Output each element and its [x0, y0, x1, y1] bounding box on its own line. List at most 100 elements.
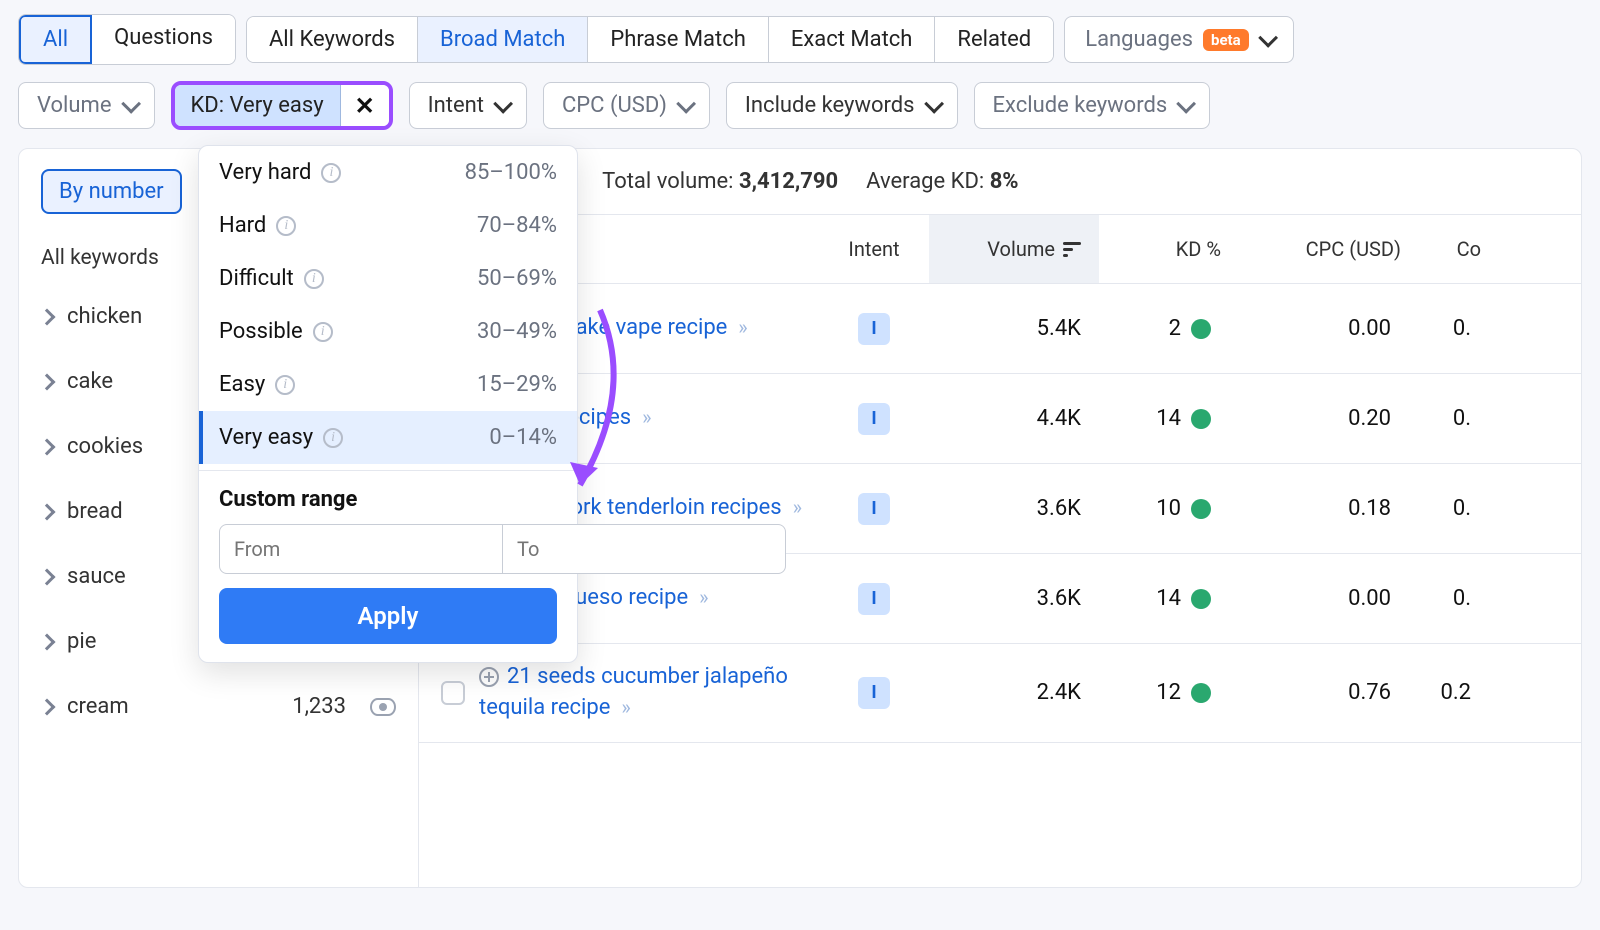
filter-kd-button[interactable]: KD: Very easy: [175, 85, 341, 126]
stat-kd-value: 8%: [990, 169, 1019, 194]
filter-include-label: Include keywords: [745, 93, 915, 118]
tab-exact-match[interactable]: Exact Match: [769, 17, 936, 62]
expand-icon[interactable]: [479, 667, 499, 687]
tab-all[interactable]: All: [19, 15, 92, 64]
intent-badge: I: [858, 583, 890, 615]
info-icon[interactable]: i: [323, 428, 343, 448]
chevron-right-icon: [39, 373, 56, 390]
info-icon[interactable]: i: [313, 322, 333, 342]
col-com[interactable]: Co: [1409, 237, 1489, 261]
cpc-cell: 0.18: [1229, 496, 1409, 521]
divider: [199, 470, 577, 471]
kd-level-label: Difficult: [219, 266, 294, 291]
kd-level-range: 50–69%: [477, 266, 557, 291]
filter-cpc[interactable]: CPC (USD): [543, 82, 710, 129]
kd-dropdown-popover: Very hard i 85–100% Hardi 70–84% Difficul…: [198, 145, 578, 663]
info-icon[interactable]: i: [275, 375, 295, 395]
tab-related[interactable]: Related: [935, 17, 1053, 62]
kd-level-label: Possible: [219, 319, 303, 344]
filter-intent[interactable]: Intent: [409, 82, 527, 129]
info-icon[interactable]: i: [321, 163, 341, 183]
chevron-down-icon: [1176, 93, 1196, 113]
table-row: sure jell recipes » I 4.4K 14 0.20 0.: [419, 374, 1581, 464]
tab-all-keywords[interactable]: All Keywords: [247, 17, 418, 62]
col-intent[interactable]: Intent: [819, 237, 929, 261]
col-kd[interactable]: KD %: [1099, 237, 1229, 261]
intent-cell: I: [819, 403, 929, 435]
sidebar-item-count: 1,233: [292, 694, 346, 719]
chevron-down-icon: [1258, 27, 1278, 47]
chevron-down-icon: [676, 93, 696, 113]
kd-level-label: Very easy: [219, 425, 313, 450]
intent-cell: I: [819, 677, 929, 709]
kd-cell: 10: [1099, 496, 1229, 521]
chevron-right-icon: [39, 698, 56, 715]
filter-row: Volume KD: Very easy ✕ Intent CPC (USD) …: [0, 71, 1600, 148]
sidebar-item-cream[interactable]: cream 1,233: [19, 674, 418, 739]
tab-questions[interactable]: Questions: [92, 15, 235, 64]
volume-cell: 4.4K: [929, 406, 1099, 431]
filter-include-keywords[interactable]: Include keywords: [726, 82, 958, 129]
kd-level-possible[interactable]: Possible i 30–49%: [199, 305, 577, 358]
cpc-cell: 0.00: [1229, 316, 1409, 341]
row-checkbox[interactable]: [441, 681, 465, 705]
sidebar-item-label: cream: [67, 694, 278, 719]
table-body: coconut cake vape recipe » I 5.4K 2 0.00…: [419, 284, 1581, 743]
kd-level-very easy[interactable]: Very easyi 0–14%: [199, 411, 577, 464]
eye-icon: [370, 698, 396, 716]
stats-bar: words: 53.3K Total volume: 3,412,790 Ave…: [419, 149, 1581, 214]
open-icon: »: [733, 315, 747, 339]
kd-level-range: 70–84%: [477, 213, 557, 238]
stat-kd-label: Average KD:: [866, 169, 984, 194]
kd-level-hard[interactable]: Hardi 70–84%: [199, 199, 577, 252]
intent-badge: I: [858, 677, 890, 709]
kd-level-label: Easy: [219, 372, 265, 397]
kd-level-very hard[interactable]: Very hard i 85–100%: [199, 146, 577, 199]
kd-level-range: 30–49%: [477, 319, 557, 344]
difficulty-dot-icon: [1191, 683, 1211, 703]
difficulty-dot-icon: [1191, 589, 1211, 609]
com-cell: 0.: [1409, 586, 1489, 611]
kd-level-range: 85–100%: [465, 160, 557, 185]
by-number-toggle[interactable]: By number: [41, 169, 182, 214]
kd-cell: 2: [1099, 316, 1229, 341]
filter-exclude-label: Exclude keywords: [993, 93, 1168, 118]
filter-kd-active: KD: Very easy ✕: [171, 81, 393, 130]
keyword-cell[interactable]: 21 seeds cucumber jalapeño tequila recip…: [479, 662, 819, 724]
kd-level-label: Very hard: [219, 160, 311, 185]
cpc-cell: 0.20: [1229, 406, 1409, 431]
tab-broad-match[interactable]: Broad Match: [418, 17, 588, 62]
col-cpc[interactable]: CPC (USD): [1229, 237, 1409, 261]
stat-volume-label: Total volume:: [602, 169, 733, 194]
beta-badge: beta: [1203, 29, 1249, 51]
custom-range-to[interactable]: [503, 524, 786, 574]
open-icon: »: [788, 495, 802, 519]
filter-volume[interactable]: Volume: [18, 82, 155, 129]
com-cell: 0.: [1409, 406, 1489, 431]
tab-phrase-match[interactable]: Phrase Match: [588, 17, 768, 62]
filter-kd-clear[interactable]: ✕: [341, 85, 389, 126]
col-volume-label: Volume: [987, 237, 1055, 261]
filter-exclude-keywords[interactable]: Exclude keywords: [974, 82, 1211, 129]
custom-range-title: Custom range: [199, 483, 577, 524]
filter-cpc-label: CPC (USD): [562, 93, 667, 118]
volume-cell: 2.4K: [929, 680, 1099, 705]
volume-cell: 3.6K: [929, 496, 1099, 521]
keyword-link[interactable]: 21 seeds cucumber jalapeño tequila recip…: [479, 664, 788, 720]
difficulty-dot-icon: [1191, 319, 1211, 339]
custom-range-from[interactable]: [219, 524, 503, 574]
kd-level-difficult[interactable]: Difficult i 50–69%: [199, 252, 577, 305]
intent-badge: I: [858, 313, 890, 345]
kd-level-easy[interactable]: Easyi 15–29%: [199, 358, 577, 411]
apply-button[interactable]: Apply: [219, 588, 557, 644]
info-icon[interactable]: i: [276, 216, 296, 236]
tab-group-match: All Keywords Broad Match Phrase Match Ex…: [246, 16, 1054, 63]
com-cell: 0.: [1409, 316, 1489, 341]
filter-volume-label: Volume: [37, 93, 112, 118]
languages-dropdown[interactable]: Languages beta: [1064, 16, 1293, 63]
chevron-right-icon: [39, 438, 56, 455]
chevron-right-icon: [39, 503, 56, 520]
col-volume[interactable]: Volume: [929, 215, 1099, 283]
info-icon[interactable]: i: [304, 269, 324, 289]
difficulty-dot-icon: [1191, 409, 1211, 429]
